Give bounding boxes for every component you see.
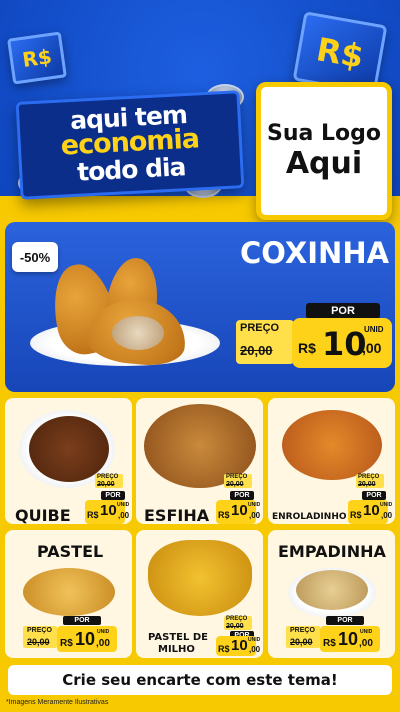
currency-label: R$ xyxy=(218,644,230,654)
por-label: POR xyxy=(63,616,101,625)
food-photo-icon xyxy=(282,410,382,480)
currency-cube-icon: R$ xyxy=(7,31,67,85)
currency-label: R$ xyxy=(87,510,99,520)
old-price: 20,00 xyxy=(226,481,244,488)
food-photo-icon xyxy=(296,570,368,610)
old-price: 20,00 xyxy=(358,481,376,488)
unit-label: UNID xyxy=(360,629,373,635)
price-integer: 10 xyxy=(231,502,248,519)
currency-label: R$ xyxy=(60,638,73,649)
currency-label: R$ xyxy=(323,638,336,649)
price-decimal: ,00 xyxy=(362,340,382,356)
discount-badge: -50% xyxy=(12,242,58,272)
old-price: 20,00 xyxy=(97,481,115,488)
price-integer: 10 xyxy=(100,502,117,519)
currency-label: R$ xyxy=(218,510,230,520)
old-price-label: PREÇO xyxy=(358,474,380,480)
product-name: QUIBE xyxy=(15,506,71,524)
price-decimal: ,00 xyxy=(359,638,373,649)
flyer-page: R$ R$ $ $ $ aqui tem economia todo dia S… xyxy=(0,0,400,712)
old-price-label: PREÇO xyxy=(226,616,248,622)
old-price: 20,00 xyxy=(226,623,244,630)
price-integer: 10 xyxy=(75,629,96,649)
price-decimal: ,00 xyxy=(249,645,261,654)
unit-label: UNID xyxy=(380,502,393,508)
logo-text: Sua Logo xyxy=(266,121,381,146)
currency-label: R$ xyxy=(298,340,316,356)
old-price-label: PREÇO xyxy=(27,627,52,634)
product-name: MILHO xyxy=(158,644,195,655)
product-card-esfiha[interactable]: ESFIHA PREÇO 20,00 POR R$ 10 ,00 UNID xyxy=(136,398,263,524)
old-price: 20,00 xyxy=(240,343,273,358)
por-label: POR xyxy=(326,616,364,625)
old-price: 20,00 xyxy=(27,637,50,647)
logo-text: Aqui xyxy=(285,146,363,181)
food-photo-icon xyxy=(29,416,109,482)
product-name: ENROLADINHO xyxy=(272,512,347,522)
featured-title: COXINHA xyxy=(240,236,390,270)
footnote: *Imagens Meramente Ilustrativas xyxy=(6,699,109,706)
price-decimal: ,00 xyxy=(249,511,261,520)
price-integer: 10 xyxy=(338,629,359,649)
product-card-quibe[interactable]: QUIBE PREÇO 20,00 POR R$ 10 ,00 UNID xyxy=(5,398,132,524)
por-label: POR xyxy=(362,491,386,500)
food-photo-icon xyxy=(148,540,252,616)
unit-label: UNID xyxy=(97,629,110,635)
product-card-pastel[interactable]: PASTEL PREÇO 20,00 POR R$ 10 ,00 UNID xyxy=(5,530,132,658)
slogan-banner: aqui tem economia todo dia xyxy=(15,90,245,200)
por-label: POR xyxy=(230,491,254,500)
old-price-label: PREÇO xyxy=(240,322,280,334)
product-name: EMPADINHA xyxy=(278,542,386,561)
old-price-label: PREÇO xyxy=(290,627,315,634)
old-price: 20,00 xyxy=(290,637,313,647)
por-label: POR xyxy=(306,303,380,319)
food-photo-icon xyxy=(23,568,115,616)
cta-banner[interactable]: Crie seu encarte com este tema! xyxy=(8,665,392,695)
old-price-label: PREÇO xyxy=(226,474,248,480)
price-integer: 10 xyxy=(231,637,248,654)
unit-label: UNID xyxy=(364,325,384,334)
unit-label: UNID xyxy=(248,502,261,508)
product-name: ESFIHA xyxy=(144,506,210,524)
price-decimal: ,00 xyxy=(118,511,130,520)
logo-placeholder[interactable]: Sua Logo Aqui xyxy=(256,82,392,220)
price-integer: 10 xyxy=(363,502,380,519)
food-photo-icon xyxy=(112,316,164,350)
product-name: PASTEL xyxy=(37,542,104,561)
old-price-label: PREÇO xyxy=(97,474,119,480)
por-label: POR xyxy=(101,491,125,500)
price-decimal: ,00 xyxy=(381,511,393,520)
price-decimal: ,00 xyxy=(96,638,110,649)
unit-label: UNID xyxy=(248,637,261,643)
price-integer: 10 xyxy=(322,325,367,363)
product-name: PASTEL DE xyxy=(148,632,208,643)
currency-label: R$ xyxy=(350,510,362,520)
unit-label: UNID xyxy=(117,502,130,508)
product-card-empadinha[interactable]: EMPADINHA PREÇO 20,00 POR R$ 10 ,00 UNID xyxy=(268,530,395,658)
product-card-enroladinho[interactable]: ENROLADINHO PREÇO 20,00 POR R$ 10 ,00 UN… xyxy=(268,398,395,524)
product-card-pastel-de-milho[interactable]: PASTEL DE MILHO PREÇO 20,00 POR R$ 10 ,0… xyxy=(136,530,263,658)
